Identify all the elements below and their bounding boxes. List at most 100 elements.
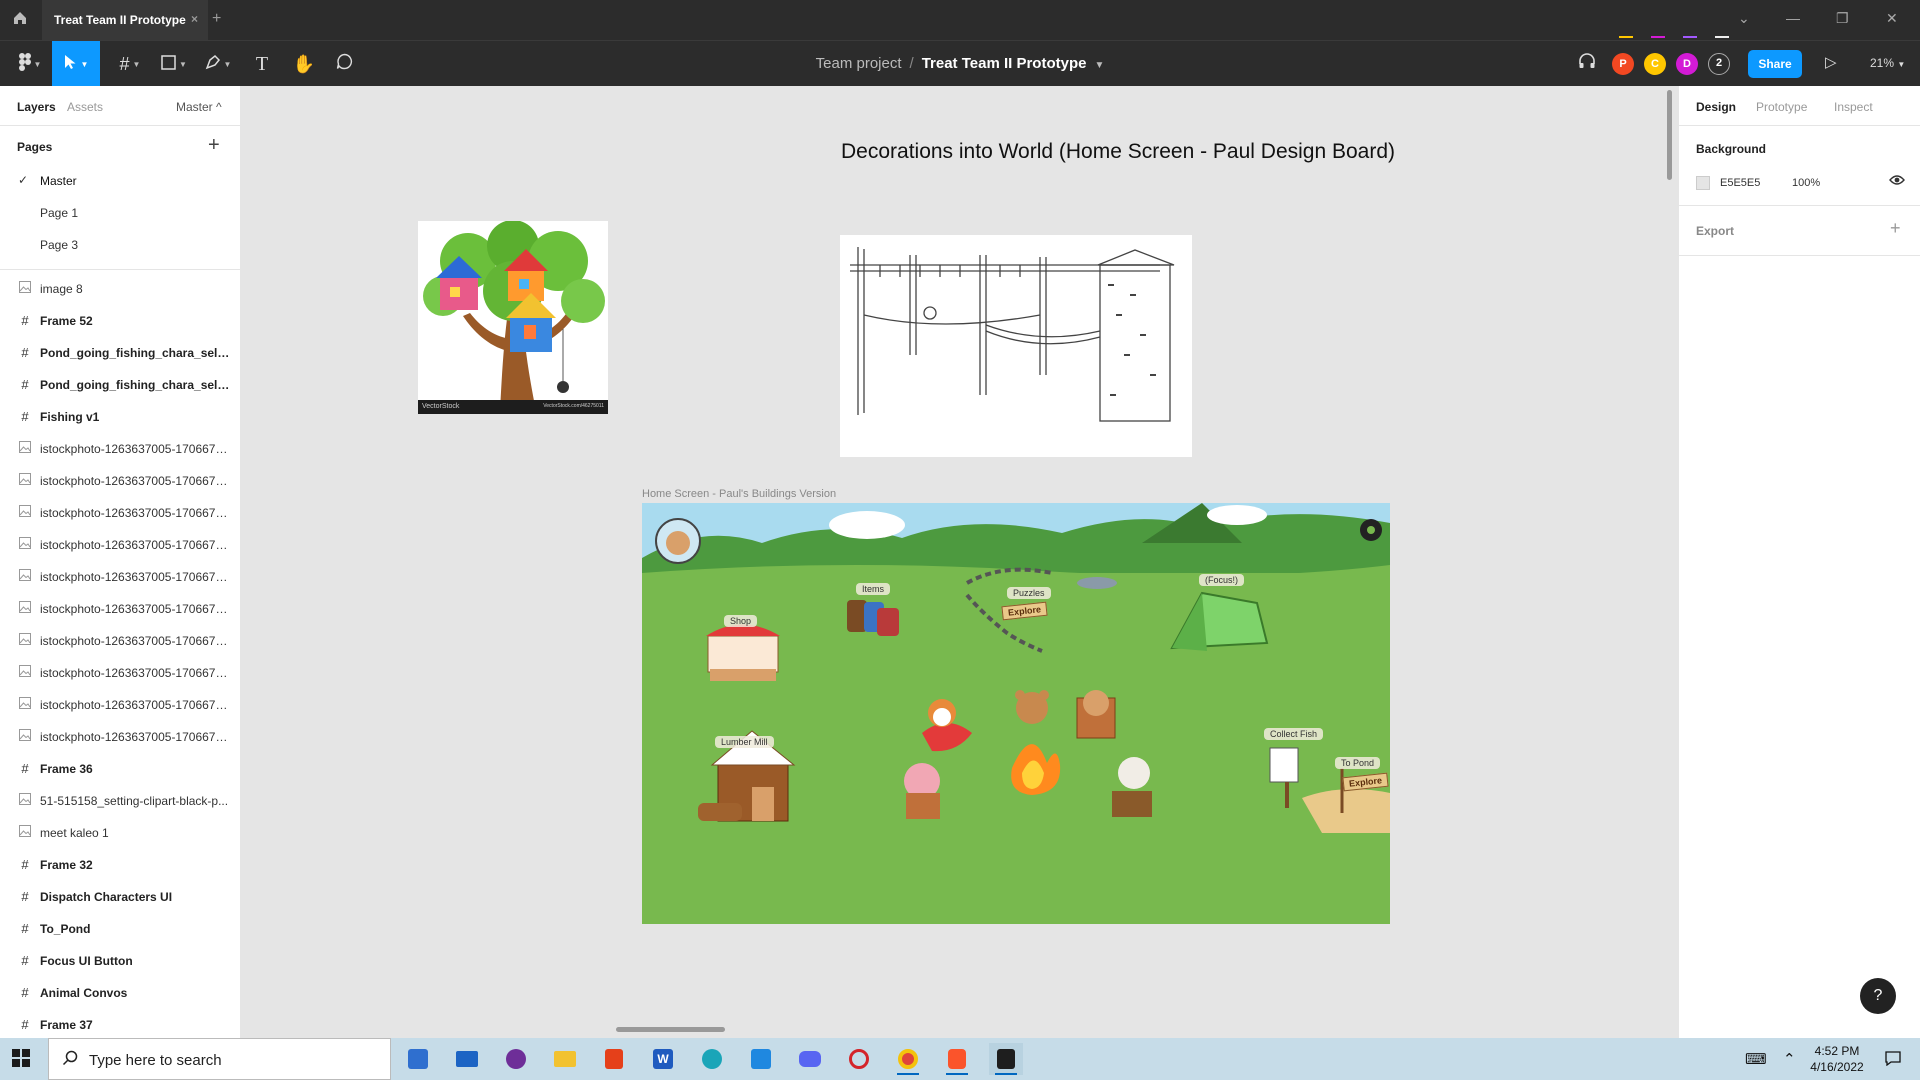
- frame-label[interactable]: Home Screen - Paul's Buildings Version: [642, 488, 836, 500]
- tab-prototype[interactable]: Prototype: [1756, 100, 1807, 114]
- page-selector[interactable]: Master ^: [176, 100, 222, 114]
- home-icon[interactable]: [10, 10, 30, 30]
- layer-row[interactable]: # Pond_going_fishing_chara_selected: [0, 368, 240, 400]
- move-tool-button[interactable]: ▼: [52, 41, 100, 87]
- pen-tool-button[interactable]: ▼: [196, 41, 240, 87]
- treehouse-image[interactable]: VectorStock VectorStock.com/46275011: [418, 221, 608, 414]
- headphones-icon[interactable]: [1578, 52, 1596, 75]
- layer-row[interactable]: # Pond_going_fishing_chara_selected: [0, 336, 240, 368]
- avatar[interactable]: P: [1612, 53, 1634, 75]
- figma-app-icon[interactable]: [989, 1043, 1023, 1075]
- add-page-button[interactable]: +: [208, 134, 220, 157]
- breadcrumb-team[interactable]: Team project: [816, 55, 902, 72]
- avatar[interactable]: C: [1644, 53, 1666, 75]
- layer-row[interactable]: meet kaleo 1: [0, 816, 240, 848]
- layer-row[interactable]: # To_Pond: [0, 912, 240, 944]
- word-app-icon[interactable]: W: [646, 1043, 680, 1075]
- background-color-swatch[interactable]: [1696, 176, 1710, 190]
- comment-tool-button[interactable]: [322, 41, 366, 87]
- layer-row[interactable]: # Focus UI Button: [0, 944, 240, 976]
- layer-row[interactable]: # Frame 37: [0, 1008, 240, 1038]
- frame-hash-icon: #: [21, 857, 29, 872]
- zoom-dropdown[interactable]: 21% ▼: [1870, 56, 1905, 70]
- calculator-app-icon[interactable]: [401, 1043, 435, 1075]
- chevron-down-icon[interactable]: ⌄: [1738, 10, 1750, 27]
- file-tab[interactable]: Treat Team II Prototype ×: [42, 0, 208, 40]
- app-icon[interactable]: [842, 1043, 876, 1075]
- image-icon: [18, 473, 32, 488]
- file-explorer-icon[interactable]: [548, 1043, 582, 1075]
- minimize-icon[interactable]: —: [1786, 10, 1800, 26]
- new-tab-button[interactable]: +: [212, 10, 221, 28]
- eye-visibility-icon[interactable]: [1889, 174, 1905, 189]
- close-tab-icon[interactable]: ×: [191, 12, 198, 26]
- tab-design[interactable]: Design: [1696, 100, 1736, 114]
- help-button[interactable]: ?: [1860, 978, 1896, 1014]
- shape-tool-button[interactable]: ▼: [152, 41, 196, 87]
- main-menu-button[interactable]: ▼: [8, 41, 52, 87]
- layer-name: Pond_going_fishing_chara_selected: [40, 346, 230, 360]
- horizontal-scrollbar[interactable]: [616, 1027, 725, 1032]
- design-canvas[interactable]: Decorations into World (Home Screen - Pa…: [241, 86, 1678, 1038]
- restore-icon[interactable]: ❐: [1836, 10, 1849, 27]
- close-window-icon[interactable]: ✕: [1886, 10, 1898, 27]
- tab-assets[interactable]: Assets: [67, 100, 103, 114]
- layer-row[interactable]: istockphoto-1263637005-170667a...: [0, 560, 240, 592]
- game-label-collect-fish: Collect Fish: [1264, 728, 1324, 740]
- vertical-scrollbar[interactable]: [1667, 90, 1672, 180]
- layer-row[interactable]: 51-515158_setting-clipart-black-p...: [0, 784, 240, 816]
- layer-row[interactable]: istockphoto-1263637005-170667a...: [0, 656, 240, 688]
- notification-icon[interactable]: [1885, 1050, 1901, 1070]
- chrome-browser-icon[interactable]: [891, 1043, 925, 1075]
- avatar-overflow-count[interactable]: 2: [1708, 53, 1730, 75]
- ropes-course-sketch-image[interactable]: [840, 235, 1192, 457]
- office-app-icon[interactable]: [597, 1043, 631, 1075]
- layer-row[interactable]: # Frame 32: [0, 848, 240, 880]
- text-tool-button[interactable]: T: [240, 41, 284, 87]
- brave-browser-icon[interactable]: [940, 1043, 974, 1075]
- share-button[interactable]: Share: [1748, 50, 1802, 78]
- layer-row[interactable]: istockphoto-1263637005-170667a...: [0, 464, 240, 496]
- avatar[interactable]: D: [1676, 53, 1698, 75]
- discord-app-icon[interactable]: [793, 1043, 827, 1075]
- mail-app-icon[interactable]: [450, 1043, 484, 1075]
- add-export-button[interactable]: +: [1890, 218, 1901, 239]
- layer-row[interactable]: # Dispatch Characters UI: [0, 880, 240, 912]
- edge-browser-icon[interactable]: [695, 1043, 729, 1075]
- layer-row[interactable]: istockphoto-1263637005-170667a...: [0, 592, 240, 624]
- layer-row[interactable]: istockphoto-1263637005-170667a...: [0, 720, 240, 752]
- layer-row[interactable]: istockphoto-1263637005-170667a...: [0, 496, 240, 528]
- home-screen-frame[interactable]: Shop Items Puzzles Explore (Focus!) Lumb…: [642, 503, 1390, 924]
- layer-row[interactable]: istockphoto-1263637005-170667a...: [0, 432, 240, 464]
- layer-name: istockphoto-1263637005-170667a...: [40, 538, 230, 552]
- page-item[interactable]: Page 3: [0, 228, 240, 260]
- chevron-down-icon[interactable]: ▼: [1094, 60, 1104, 71]
- windows-start-icon[interactable]: [12, 1049, 32, 1069]
- layer-row[interactable]: # Animal Convos: [0, 976, 240, 1008]
- chevron-up-icon[interactable]: ⌃: [1783, 1050, 1796, 1068]
- layer-row[interactable]: # Frame 36: [0, 752, 240, 784]
- layer-row[interactable]: # Frame 52: [0, 304, 240, 336]
- present-play-icon[interactable]: ▷: [1825, 53, 1837, 71]
- page-item[interactable]: Page 1: [0, 196, 240, 228]
- background-hex-input[interactable]: E5E5E5: [1720, 177, 1760, 189]
- vscode-app-icon[interactable]: [744, 1043, 778, 1075]
- properties-panel: Design Prototype Inspect Background E5E5…: [1678, 86, 1920, 1038]
- file-name[interactable]: Treat Team II Prototype: [922, 55, 1087, 72]
- github-desktop-icon[interactable]: [499, 1043, 533, 1075]
- layer-row[interactable]: istockphoto-1263637005-170667a...: [0, 688, 240, 720]
- tab-layers[interactable]: Layers: [17, 100, 56, 114]
- keyboard-icon[interactable]: ⌨: [1745, 1050, 1767, 1068]
- page-item[interactable]: ✓ Master: [0, 164, 240, 196]
- layer-row[interactable]: image 8: [0, 272, 240, 304]
- hand-tool-button[interactable]: ✋: [282, 41, 326, 87]
- background-opacity-input[interactable]: 100%: [1792, 177, 1820, 189]
- canvas-title-text[interactable]: Decorations into World (Home Screen - Pa…: [841, 140, 1395, 164]
- taskbar-search-box[interactable]: Type here to search: [48, 1038, 391, 1080]
- tab-inspect[interactable]: Inspect: [1834, 100, 1873, 114]
- layer-row[interactable]: istockphoto-1263637005-170667a...: [0, 624, 240, 656]
- taskbar-clock[interactable]: 4:52 PM 4/16/2022: [1802, 1043, 1872, 1075]
- frame-tool-button[interactable]: # ▼: [108, 41, 152, 87]
- layer-row[interactable]: # Fishing v1: [0, 400, 240, 432]
- layer-row[interactable]: istockphoto-1263637005-170667a...: [0, 528, 240, 560]
